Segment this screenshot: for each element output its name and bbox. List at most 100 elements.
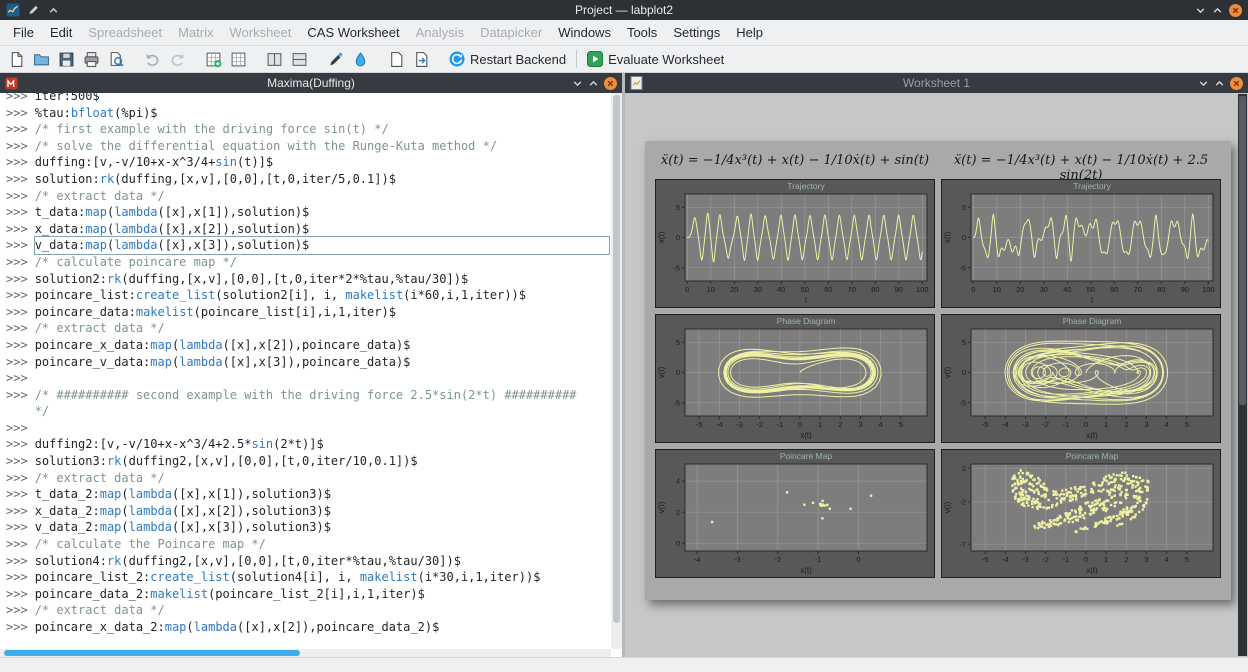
- plot-trajectory-1[interactable]: 0102030405060708090100-505Trajectorytx(t…: [655, 179, 935, 308]
- undo-button[interactable]: [141, 49, 164, 70]
- print-preview-icon: [108, 51, 125, 68]
- redo-icon: [169, 51, 186, 68]
- console-line[interactable]: >>>*/: [6, 403, 609, 420]
- console-line[interactable]: >>>/* solve the differential equation wi…: [6, 138, 609, 155]
- menu-help[interactable]: Help: [728, 22, 771, 43]
- split-view-horizontal-button[interactable]: [288, 49, 311, 70]
- insert-cell-button[interactable]: [227, 49, 250, 70]
- console-line[interactable]: >>>/* ########## second example with the…: [6, 387, 609, 404]
- svg-text:x(t): x(t): [1086, 566, 1098, 575]
- console-line[interactable]: >>>solution2:rk(duffing,[x,v],[0,0],[t,0…: [6, 271, 609, 288]
- console-line[interactable]: >>>poincare_data_2:makelist(poincare_lis…: [6, 586, 609, 603]
- menu-datapicker[interactable]: Datapicker: [472, 22, 550, 43]
- shade-icon[interactable]: [572, 78, 583, 89]
- chevron-up-icon[interactable]: [48, 5, 59, 16]
- shade-icon[interactable]: [1198, 78, 1209, 89]
- svg-text:0: 0: [1084, 420, 1088, 429]
- console-line[interactable]: >>>t_data:map(lambda([x],x[1]),solution)…: [6, 204, 609, 221]
- mdi-area: Maxima(Duffing) >>>iter:500$>>>%tau:bflo…: [0, 73, 1248, 657]
- console-line[interactable]: >>>/* calculate the Poincare map */: [6, 536, 609, 553]
- print-preview-button[interactable]: [105, 49, 128, 70]
- menu-settings[interactable]: Settings: [665, 22, 728, 43]
- close-icon[interactable]: [1230, 77, 1243, 90]
- maximize-icon[interactable]: [588, 78, 599, 89]
- restart-backend-button[interactable]: Restart Backend: [446, 49, 569, 69]
- evaluate-worksheet-button[interactable]: Evaluate Worksheet: [584, 49, 727, 69]
- print-button[interactable]: [80, 49, 103, 70]
- console-line[interactable]: >>>duffing2:[v,-v/10+x-x^3/4+2.5*sin(2*t…: [6, 436, 609, 453]
- console-line[interactable]: >>>%tau:bfloat(%pi)$: [6, 105, 609, 122]
- console-line[interactable]: >>>poincare_data:makelist(poincare_list[…: [6, 304, 609, 321]
- console-line[interactable]: >>>iter:500$: [6, 93, 609, 105]
- console-line[interactable]: >>>poincare_x_data_2:map(lambda([x],x[2]…: [6, 619, 609, 636]
- menu-spreadsheet[interactable]: Spreadsheet: [80, 22, 170, 43]
- console-line[interactable]: >>>/* calculate poincare map */: [6, 254, 609, 271]
- new-worksheet-button[interactable]: [202, 49, 225, 70]
- menu-matrix[interactable]: Matrix: [170, 22, 221, 43]
- console-vertical-scrollbar[interactable]: [611, 93, 622, 649]
- console-line[interactable]: >>>solution3:rk(duffing2,[x,v],[0,0],[t,…: [6, 453, 609, 470]
- console-line[interactable]: >>>v_data_2:map(lambda([x],x[3]),solutio…: [6, 519, 609, 536]
- worksheet-page[interactable]: ẍ(t) = −1/4x³(t) + x(t) − 1/10ẋ(t) + sin…: [645, 141, 1231, 600]
- console-line[interactable]: >>>solution4:rk(duffing2,[x,v],[0,0],[t,…: [6, 553, 609, 570]
- console-line[interactable]: >>>poincare_x_data:map(lambda([x],x[2]),…: [6, 337, 609, 354]
- console-line[interactable]: >>>/* first example with the driving for…: [6, 121, 609, 138]
- console-line[interactable]: >>>: [6, 420, 609, 437]
- redo-button[interactable]: [166, 49, 189, 70]
- menu-worksheet[interactable]: Worksheet: [221, 22, 299, 43]
- plot-trajectory-2[interactable]: 0102030405060708090100-505Trajectorytx(t…: [941, 179, 1221, 308]
- maxima-console[interactable]: >>>iter:500$>>>%tau:bfloat(%pi)$>>>/* fi…: [0, 93, 622, 657]
- cas-window-titlebar[interactable]: Maxima(Duffing): [0, 73, 622, 93]
- shade-icon[interactable]: [1195, 5, 1206, 16]
- console-horizontal-scrollbar[interactable]: [0, 649, 611, 657]
- menu-cas-worksheet[interactable]: CAS Worksheet: [299, 22, 407, 43]
- console-line[interactable]: >>>x_data:map(lambda([x],x[2]),solution)…: [6, 221, 609, 238]
- console-line[interactable]: >>>poincare_list_2:create_list(solution4…: [6, 569, 609, 586]
- console-line[interactable]: >>>: [6, 370, 609, 387]
- plot-poincare-map-2[interactable]: -5-4-3-2-10123452-2-7Poincare Mapx(t)v(t…: [941, 449, 1221, 578]
- worksheet-view[interactable]: ẍ(t) = −1/4x³(t) + x(t) − 1/10ẋ(t) + sin…: [625, 93, 1248, 657]
- svg-text:4: 4: [1165, 555, 1169, 564]
- plot-phase-diagram-1[interactable]: -5-4-3-2-1012345-505Phase Diagramx(t)v(t…: [655, 314, 935, 443]
- plot-poincare-map-1[interactable]: -4-3-2-10024Poincare Mapx(t)v(t): [655, 449, 935, 578]
- menu-windows[interactable]: Windows: [550, 22, 619, 43]
- pin-icon[interactable]: [28, 4, 40, 16]
- menu-tools[interactable]: Tools: [619, 22, 665, 43]
- scrollbar-handle[interactable]: [4, 650, 300, 656]
- console-line[interactable]: >>>poincare_list:create_list(solution2[i…: [6, 287, 609, 304]
- pen-button[interactable]: [324, 49, 347, 70]
- menu-edit[interactable]: Edit: [42, 22, 80, 43]
- console-line[interactable]: >>>/* extract data */: [6, 470, 609, 487]
- scrollbar-handle[interactable]: [613, 95, 620, 623]
- split-view-vertical-button[interactable]: [263, 49, 286, 70]
- console-line[interactable]: >>>v_data:map(lambda([x],x[3]),solution)…: [6, 237, 609, 254]
- open-document-button[interactable]: [30, 49, 53, 70]
- close-icon[interactable]: [1229, 4, 1242, 17]
- worksheet-window-titlebar[interactable]: Worksheet 1: [625, 73, 1248, 93]
- plot-phase-diagram-2[interactable]: -5-4-3-2-1012345-505Phase Diagramx(t)v(t…: [941, 314, 1221, 443]
- menu-analysis[interactable]: Analysis: [408, 22, 472, 43]
- new-document-button[interactable]: [5, 49, 28, 70]
- svg-text:-4: -4: [1002, 420, 1009, 429]
- scrollbar-handle[interactable]: [1239, 96, 1246, 405]
- console-line[interactable]: >>>/* extract data */: [6, 602, 609, 619]
- export-page-button[interactable]: [410, 49, 433, 70]
- svg-text:30: 30: [754, 285, 762, 294]
- page-button[interactable]: [385, 49, 408, 70]
- console-line[interactable]: >>>poincare_v_data:map(lambda([x],x[3]),…: [6, 354, 609, 371]
- maximize-icon[interactable]: [1214, 78, 1225, 89]
- console-line[interactable]: >>>x_data_2:map(lambda([x],x[2]),solutio…: [6, 503, 609, 520]
- maximize-icon[interactable]: [1212, 5, 1223, 16]
- save-icon: [58, 51, 75, 68]
- console-line[interactable]: >>>/* extract data */: [6, 188, 609, 205]
- worksheet-vertical-scrollbar[interactable]: [1238, 94, 1247, 656]
- save-button[interactable]: [55, 49, 78, 70]
- svg-text:-5: -5: [673, 263, 680, 272]
- close-icon[interactable]: [604, 77, 617, 90]
- console-line[interactable]: >>>duffing:[v,-v/10+x-x^3/4+sin(t)]$: [6, 154, 609, 171]
- menu-file[interactable]: File: [5, 22, 42, 43]
- console-line[interactable]: >>>solution:rk(duffing,[x,v],[0,0],[t,0,…: [6, 171, 609, 188]
- console-line[interactable]: >>>t_data_2:map(lambda([x],x[1]),solutio…: [6, 486, 609, 503]
- ink-button[interactable]: [349, 49, 372, 70]
- console-line[interactable]: >>>/* extract data */: [6, 320, 609, 337]
